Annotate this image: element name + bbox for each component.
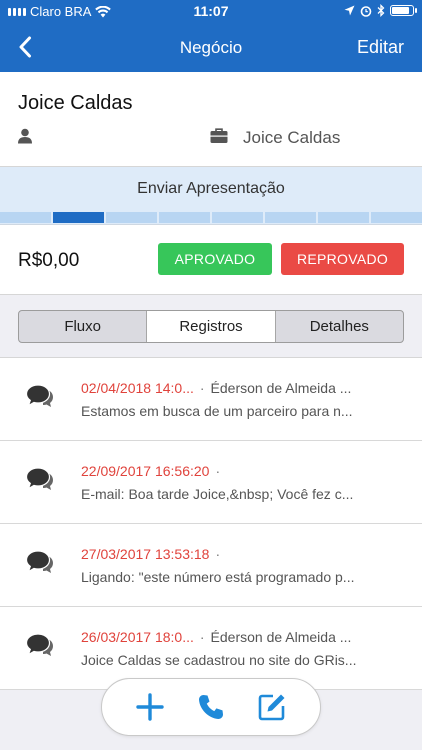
chat-bubbles-icon [26, 633, 53, 656]
edit-icon [258, 694, 285, 721]
bluetooth-icon [377, 4, 385, 17]
chat-bubbles-icon [26, 550, 53, 573]
add-icon [136, 693, 165, 721]
status-bar: Claro BRA 11:07 [0, 0, 422, 22]
record-text: Estamos em busca de um parceiro para n..… [81, 403, 353, 419]
reject-button[interactable]: REPROVADO [281, 243, 404, 275]
stage-segment [371, 212, 422, 223]
record-text: Ligando: "este número está programado p.… [81, 569, 355, 585]
edit-button[interactable]: Editar [357, 37, 404, 58]
stage-segment [212, 212, 263, 223]
company-name[interactable]: Joice Caldas [243, 128, 340, 148]
segmented-control: Fluxo Registros Detalhes [18, 310, 404, 343]
contact-name: Joice Caldas [18, 92, 133, 114]
nav-bar: Negócio Editar [0, 22, 422, 72]
list-item[interactable]: 22/09/2017 16:56:20 · E-mail: Boa tarde J… [0, 441, 422, 524]
chat-bubbles-icon [26, 384, 53, 407]
phone-icon [198, 695, 223, 719]
battery-icon [390, 5, 417, 16]
chat-bubbles-icon [26, 467, 53, 490]
approve-button[interactable]: APROVADO [158, 243, 272, 275]
record-date: 22/09/2017 16:56:20 [81, 463, 210, 479]
edit-record-button[interactable] [252, 687, 292, 727]
record-text: E-mail: Boa tarde Joice,&nbsp; Você fez … [81, 486, 354, 502]
call-button[interactable] [191, 687, 231, 727]
separator-dot: · [199, 629, 205, 645]
deal-value: R$0,00 [18, 250, 80, 271]
tab-registros[interactable]: Registros [147, 311, 276, 342]
record-date: 02/04/2018 14:0... [81, 380, 194, 396]
stage-segment [53, 212, 104, 223]
alarm-icon [360, 5, 372, 17]
add-record-button[interactable] [130, 687, 170, 727]
records-list: 02/04/2018 14:0... · Éderson de Almeida ..… [0, 358, 422, 690]
separator-dot: · [199, 380, 205, 396]
list-item[interactable]: 02/04/2018 14:0... · Éderson de Almeida ..… [0, 358, 422, 441]
stage-segment [265, 212, 316, 223]
floating-action-bar [101, 678, 321, 736]
stage-label: Enviar Apresentação [137, 180, 285, 197]
tabs-area: Fluxo Registros Detalhes [0, 295, 422, 358]
status-right [344, 4, 417, 17]
stage-segment [159, 212, 210, 223]
record-date: 26/03/2017 18:0... [81, 629, 194, 645]
stage-segment [0, 212, 51, 223]
pipeline-stage[interactable]: Enviar Apresentação [0, 167, 422, 225]
stage-progress-bar [0, 212, 422, 223]
deal-header: Joice Caldas Joice Caldas [0, 72, 422, 167]
record-author: Éderson de Almeida ... [210, 380, 352, 396]
record-author: Éderson de Almeida ... [210, 629, 352, 645]
location-icon [344, 5, 355, 16]
briefcase-icon [210, 128, 228, 143]
person-icon [18, 128, 32, 144]
list-item[interactable]: 27/03/2017 13:53:18 · Ligando: "este núme… [0, 524, 422, 607]
separator-dot: · [215, 546, 221, 562]
record-text: Joice Caldas se cadastrou no site do GRi… [81, 652, 357, 668]
record-date: 27/03/2017 13:53:18 [81, 546, 210, 562]
stage-segment [106, 212, 157, 223]
tab-detalhes[interactable]: Detalhes [276, 311, 403, 342]
stage-segment [318, 212, 369, 223]
deal-value-row: R$0,00 APROVADO REPROVADO [0, 225, 422, 295]
tab-fluxo[interactable]: Fluxo [19, 311, 148, 342]
separator-dot: · [215, 463, 221, 479]
